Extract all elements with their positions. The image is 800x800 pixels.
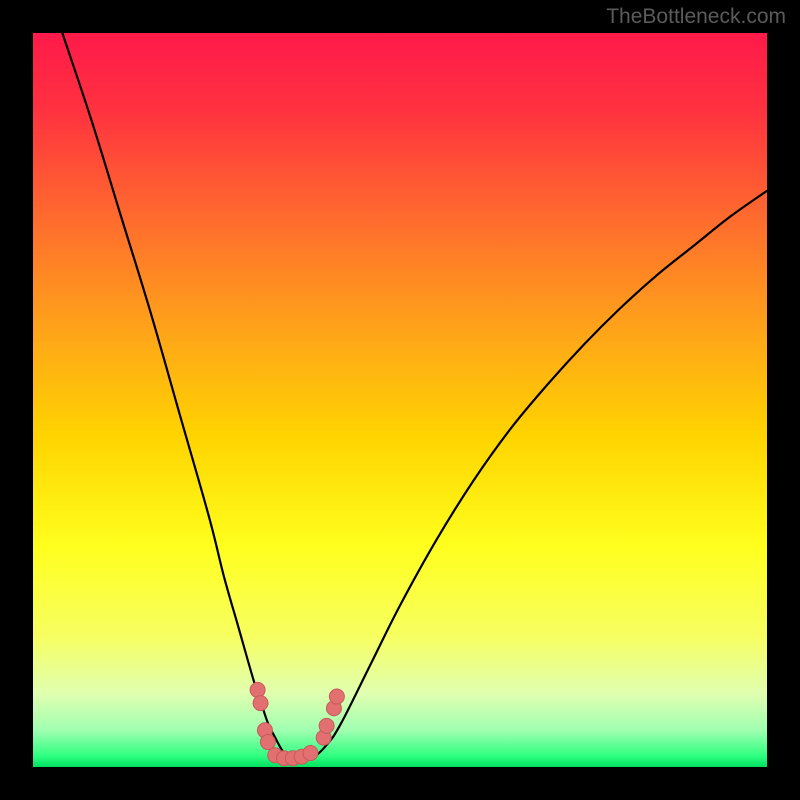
chart-frame: TheBottleneck.com <box>0 0 800 800</box>
watermark-text: TheBottleneck.com <box>606 5 786 29</box>
plot-area <box>33 33 767 767</box>
background-gradient <box>33 33 767 767</box>
